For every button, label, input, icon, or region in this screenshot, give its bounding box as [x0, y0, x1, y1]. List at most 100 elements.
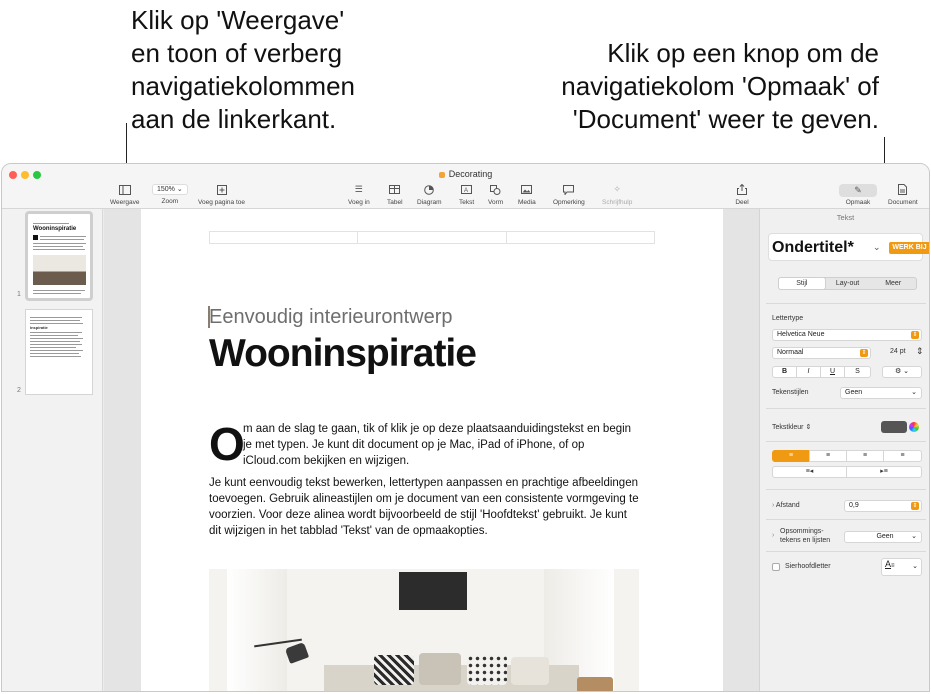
thumbnail-image [33, 255, 86, 285]
callout-left-line-2: en toon of verberg [131, 38, 343, 68]
bullets-value: Geen [876, 533, 894, 540]
paintbrush-icon: ✎ [839, 184, 877, 197]
page-thumbnail-1[interactable]: Wooninspiratie [25, 211, 93, 301]
callout-view-instruction: Klik op 'Weergave' en toon of verberg na… [131, 4, 431, 136]
document-title-text: Decorating [448, 169, 493, 179]
body-paragraph-2[interactable]: Je kunt eenvoudig tekst bewerken, letter… [209, 475, 641, 539]
zoom-popup[interactable]: 150% ⌄ [152, 184, 188, 195]
body-paragraph-1[interactable]: m aan de slag te gaan, tik of klik je op… [243, 421, 643, 469]
font-family-select[interactable]: Helvetica Neue ⇕ [772, 329, 922, 341]
insert-icon: ☰ [354, 184, 363, 194]
decrease-indent-button[interactable]: ≡◂ [772, 466, 847, 478]
header-center[interactable] [358, 232, 507, 243]
font-size-stepper[interactable]: ⇕ [916, 346, 924, 357]
table-button[interactable]: Tabel [387, 184, 403, 206]
spacing-value: 0,9 [849, 502, 859, 509]
text-color-label: Tekstkleur ⇕ [772, 423, 811, 431]
strikethrough-button[interactable]: S [844, 366, 871, 378]
shape-button[interactable]: Vorm [488, 184, 503, 206]
zoom-value: 150% [157, 186, 175, 193]
media-button[interactable]: Media [518, 184, 536, 206]
inspector-header: Tekst [836, 213, 855, 222]
chevron-right-icon: › [772, 502, 775, 509]
callout-inspector-instruction: Klik op een knop om de navigatiekolom 'O… [459, 37, 879, 136]
comment-button[interactable]: Opmerking [553, 184, 585, 206]
format-button[interactable]: ✎ Opmaak [839, 184, 877, 206]
font-weight-select[interactable]: Normaal ⇕ [772, 347, 871, 359]
thumbnail-text-line [33, 243, 86, 244]
bullets-label-line-1: Opsommings- [780, 528, 824, 535]
paragraph-style-selector[interactable]: Ondertitel* ⌄ WERK BIJ [768, 233, 929, 261]
zoom-control[interactable]: 150% ⌄ Zoom [152, 184, 188, 205]
header-left[interactable] [210, 232, 359, 243]
thumbnail-text-line [40, 239, 84, 240]
format-label: Opmaak [845, 199, 871, 206]
callout-left-line-3: navigatiekolommen [131, 71, 356, 101]
add-page-button[interactable]: Voeg pagina toe [198, 184, 245, 206]
update-style-button[interactable]: WERK BIJ [889, 242, 929, 254]
text-options-button[interactable]: ⚙ ⌄ [882, 366, 922, 378]
spacing-select[interactable]: 0,9 ⇕ [844, 500, 922, 512]
header-right[interactable] [507, 232, 654, 243]
drop-cap[interactable]: O [209, 421, 245, 467]
italic-button[interactable]: I [796, 366, 821, 378]
thumbnail-text-line [30, 344, 82, 345]
document-canvas: Eenvoudig interieurontwerp Wooninspirati… [104, 209, 759, 691]
justify-button[interactable]: ≡ [883, 450, 922, 462]
share-label: Deel [735, 199, 749, 206]
color-wheel-icon[interactable] [909, 422, 919, 432]
tab-style[interactable]: Stijl [778, 277, 826, 290]
thumbnail-text-line [30, 356, 81, 357]
header-fields[interactable] [209, 231, 655, 244]
document-subtitle[interactable]: Eenvoudig interieurontwerp [209, 306, 453, 329]
align-center-button[interactable]: ≡ [809, 450, 847, 462]
writing-tools-button[interactable]: ✧ Schrijfhulp [602, 184, 632, 206]
floor-lamp-shade [284, 642, 310, 664]
toolbar: Decorating Weergave 150% ⌄ Zoom Voeg pag… [2, 164, 929, 209]
increase-indent-button[interactable]: ▸≡ [846, 466, 922, 478]
font-family-value: Helvetica Neue [777, 331, 825, 338]
callout-right-line-3: 'Document' weer te geven. [572, 104, 879, 134]
chevron-right-icon: › [772, 532, 775, 539]
text-button[interactable]: A Tekst [459, 184, 474, 206]
character-styles-select[interactable]: Geen ⌄ [840, 387, 922, 399]
tab-more[interactable]: Meer [870, 278, 916, 289]
shape-label: Vorm [488, 199, 504, 206]
underline-button[interactable]: U [820, 366, 845, 378]
drop-cap-checkbox[interactable] [772, 563, 780, 571]
align-right-button[interactable]: ≡ [846, 450, 884, 462]
document-button[interactable]: Document [888, 184, 918, 206]
living-room-photo[interactable] [209, 569, 639, 691]
text-color-swatch[interactable] [881, 421, 907, 433]
page-thumbnail-2[interactable]: Inspiratie [25, 309, 93, 395]
spacing-disclosure[interactable]: › Afstand [772, 502, 800, 509]
share-button[interactable]: Deel [735, 184, 749, 206]
chevron-down-icon: ⌄ [911, 389, 917, 396]
text-color-text: Tekstkleur [772, 424, 804, 431]
divider [766, 303, 926, 304]
format-inspector: Tekst Ondertitel* ⌄ WERK BIJ Stijl Lay-o… [759, 209, 929, 691]
drop-cap-style-picker[interactable]: A≡ ⌄ [881, 558, 922, 576]
thumbnail-text-line [33, 293, 81, 294]
bullets-select[interactable]: Geen ⌄ [844, 531, 922, 543]
tab-layout[interactable]: Lay-out [825, 278, 871, 289]
chart-button[interactable]: Diagram [417, 184, 442, 206]
thumbnail-text-line [30, 317, 82, 318]
text-label: Tekst [459, 199, 475, 206]
media-label: Media [518, 199, 536, 206]
align-left-button[interactable]: ≡ [772, 450, 810, 462]
thumbnail-text-line [33, 290, 85, 291]
document-heading[interactable]: Wooninspiratie [209, 332, 477, 376]
chevron-down-icon: ⌄ [911, 533, 917, 540]
bullets-disclosure[interactable]: › Opsommings-tekens en lijsten [772, 527, 830, 545]
page-thumbnails-sidebar: Wooninspiratie 1 Inspiratie 2 [2, 209, 103, 691]
chevron-down-icon: ⌄ [176, 186, 183, 193]
page-number-1: 1 [17, 291, 21, 298]
writing-tools-label: Schrijfhulp [602, 199, 633, 206]
font-size-value[interactable]: 24 pt [890, 348, 906, 355]
divider [766, 441, 926, 442]
paragraph-style-name: Ondertitel* [772, 239, 854, 256]
insert-button[interactable]: ☰ Voeg in [348, 184, 370, 206]
view-button[interactable]: Weergave [110, 184, 140, 206]
bold-button[interactable]: B [772, 366, 797, 378]
